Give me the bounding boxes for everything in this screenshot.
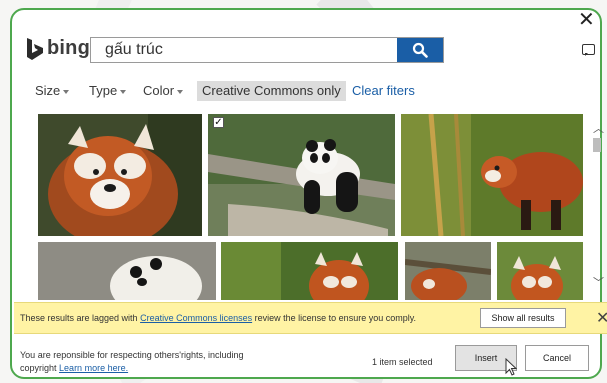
chevron-down-icon[interactable]: ﹀ [593,274,604,290]
license-notice-text: These results are lagged with Creative C… [20,313,416,323]
learn-more-link[interactable]: Learn more here. [59,363,128,373]
chevron-up-icon[interactable]: ︿ [593,120,604,136]
notice-text-before: These results are lagged with [20,313,138,323]
bing-wordmark: bing [47,37,91,59]
bing-logo-icon [27,37,43,60]
chevron-down-icon [177,89,184,94]
red-panda-image [401,114,583,236]
chevron-down-icon [63,89,70,94]
search-icon [412,42,428,58]
selected-checkmark-icon[interactable]: ✓ [213,117,224,128]
results-scrollbar[interactable]: ︿ ﹀ [590,120,604,290]
color-filter-label: Color [143,83,175,98]
filter-bar: Size Type Color Creative Commons only Cl… [0,81,607,101]
giant-panda-image [38,242,216,300]
image-result[interactable] [497,242,583,300]
responsibility-line-1: You are reponsible for respecting others… [20,350,244,360]
bing-logo: bing [26,37,90,60]
show-all-results-button[interactable]: Show all results [480,308,566,328]
scroll-thumb[interactable] [593,138,601,152]
image-result[interactable] [221,242,398,300]
clear-filters-link[interactable]: Clear fiters [352,81,415,101]
responsibility-text: You are reponsible for respecting others… [20,349,244,375]
image-result[interactable]: ✓ [208,114,395,236]
image-result[interactable] [38,114,202,236]
size-filter-label: Size [35,83,61,98]
type-filter-label: Type [89,83,118,98]
license-notice-bar: These results are lagged with Creative C… [14,302,607,334]
red-panda-image [221,242,398,300]
red-panda-image [497,242,583,300]
responsibility-line-2: copyright Learn more here. [20,362,244,375]
size-filter[interactable]: Size [35,81,70,101]
notice-text-after: review the license to ensure you comply. [254,313,417,323]
color-filter[interactable]: Color [143,81,184,101]
type-filter[interactable]: Type [89,81,127,101]
copyright-word: copyright [20,363,57,373]
mouse-cursor-icon [505,358,517,376]
close-dialog-button[interactable]: ✕ [578,10,595,30]
image-result[interactable] [38,242,216,300]
cancel-button[interactable]: Cancel [525,345,589,371]
creative-commons-filter[interactable]: Creative Commons only [197,81,346,101]
selected-count-text: 1 item selected [372,357,433,367]
search-box [90,37,444,63]
feedback-icon[interactable] [582,44,595,56]
red-panda-image [405,242,491,300]
search-input[interactable] [91,38,397,62]
image-result[interactable] [401,114,583,236]
creative-commons-link[interactable]: Creative Commons licenses [140,313,252,323]
image-result[interactable] [405,242,491,300]
chevron-down-icon [120,89,127,94]
giant-panda-image [208,114,395,236]
red-panda-image [38,114,202,236]
close-notice-button[interactable]: ✕ [596,308,607,328]
search-button[interactable] [397,38,443,62]
